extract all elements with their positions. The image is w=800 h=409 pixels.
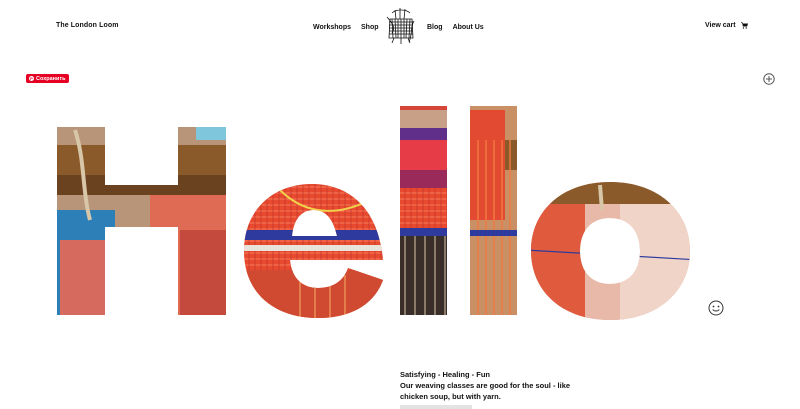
view-cart-link[interactable]: View cart (705, 22, 748, 29)
nav-about-us[interactable]: About Us (453, 24, 484, 31)
nav-shop[interactable]: Shop (361, 24, 379, 31)
pinterest-save-button[interactable]: P Сохранить (26, 74, 70, 83)
cta-button-partial[interactable] (400, 405, 472, 409)
site-header: The London Loom Workshops Shop Blog Abou… (0, 0, 800, 52)
plus-circle-icon[interactable] (763, 73, 775, 85)
intro-text: Satisfying - Healing - Fun Our weaving c… (400, 369, 590, 402)
brand-link[interactable]: The London Loom (56, 22, 119, 29)
nav-right: Blog About Us (427, 24, 484, 31)
smiley-icon[interactable] (708, 300, 724, 316)
intro-tagline: Satisfying - Healing - Fun (400, 370, 491, 379)
nav-left: Workshops Shop (313, 24, 379, 31)
nav-blog[interactable]: Blog (427, 24, 443, 31)
hero-hello-image (57, 106, 690, 320)
intro-description: Our weaving classes are good for the sou… (400, 381, 571, 401)
pinterest-icon: P (29, 76, 34, 81)
pinterest-save-label: Сохранить (36, 75, 66, 82)
nav-workshops[interactable]: Workshops (313, 24, 351, 31)
view-cart-label: View cart (705, 22, 736, 29)
weave-logo-icon[interactable] (386, 7, 416, 45)
cart-icon (740, 22, 748, 29)
